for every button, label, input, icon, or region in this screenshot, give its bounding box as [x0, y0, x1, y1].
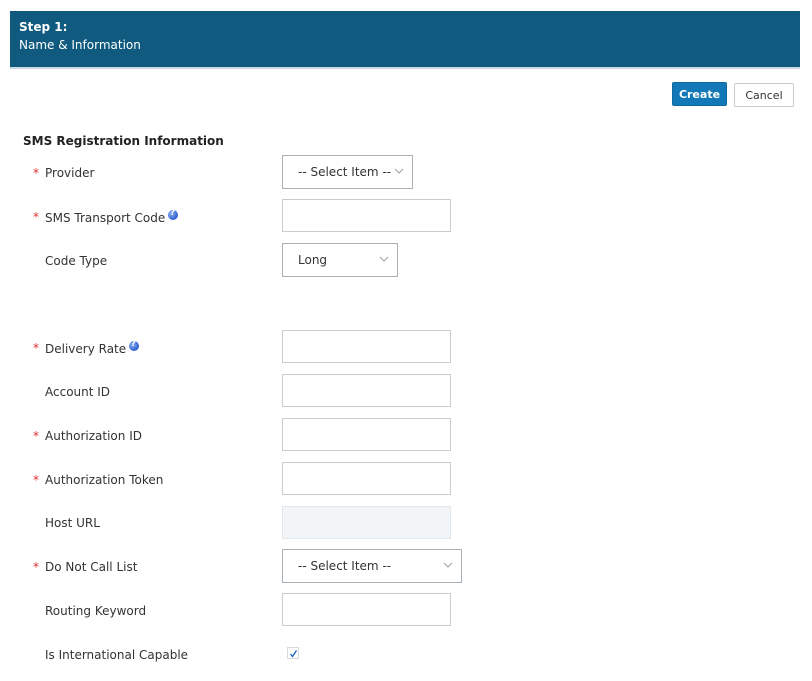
- authorization-id-label: Authorization ID: [45, 429, 142, 443]
- cancel-button[interactable]: Cancel: [734, 83, 794, 107]
- account-id-input[interactable]: [282, 374, 451, 407]
- required-marker: *: [33, 560, 39, 574]
- chevron-down-icon: [394, 168, 404, 174]
- host-url-label: Host URL: [45, 516, 100, 530]
- check-icon: [289, 650, 298, 658]
- authorization-id-input[interactable]: [282, 418, 451, 451]
- provider-select[interactable]: -- Select Item --: [282, 155, 413, 189]
- code-type-select[interactable]: Long: [282, 243, 398, 277]
- required-marker: *: [33, 429, 39, 443]
- delivery-rate-label-text: Delivery Rate: [45, 342, 127, 356]
- help-icon[interactable]: [129, 339, 140, 351]
- chevron-down-icon: [443, 562, 453, 568]
- section-title: SMS Registration Information: [23, 134, 224, 148]
- create-button[interactable]: Create: [672, 82, 727, 106]
- delivery-rate-label: Delivery Rate: [45, 339, 140, 356]
- required-marker: *: [33, 341, 39, 355]
- do-not-call-list-select-value: -- Select Item --: [298, 559, 392, 573]
- delivery-rate-input[interactable]: [282, 330, 451, 363]
- required-marker: *: [33, 473, 39, 487]
- provider-select-value: -- Select Item --: [298, 165, 392, 179]
- transport-code-label: SMS Transport Code: [45, 208, 179, 225]
- routing-keyword-label: Routing Keyword: [45, 604, 147, 618]
- do-not-call-list-select[interactable]: -- Select Item --: [282, 549, 462, 583]
- do-not-call-list-label: Do Not Call List: [45, 560, 138, 574]
- chevron-down-icon: [379, 256, 389, 262]
- required-marker: *: [33, 166, 39, 180]
- international-capable-checkbox[interactable]: [287, 647, 299, 659]
- host-url-input: [282, 506, 451, 539]
- code-type-label: Code Type: [45, 254, 108, 268]
- authorization-token-input[interactable]: [282, 462, 451, 495]
- required-marker: *: [33, 210, 39, 224]
- step-number: Step 1:: [19, 20, 68, 34]
- step-title: Name & Information: [19, 38, 141, 52]
- international-capable-label: Is International Capable: [45, 648, 189, 662]
- code-type-select-value: Long: [298, 253, 328, 267]
- routing-keyword-input[interactable]: [282, 593, 451, 626]
- wizard-step-header: Step 1: Name & Information: [10, 11, 800, 69]
- account-id-label: Account ID: [45, 385, 111, 399]
- help-icon[interactable]: [168, 208, 179, 220]
- authorization-token-label: Authorization Token: [45, 473, 164, 487]
- transport-code-label-text: SMS Transport Code: [45, 211, 166, 225]
- provider-label: Provider: [45, 166, 95, 180]
- transport-code-input[interactable]: [282, 199, 451, 232]
